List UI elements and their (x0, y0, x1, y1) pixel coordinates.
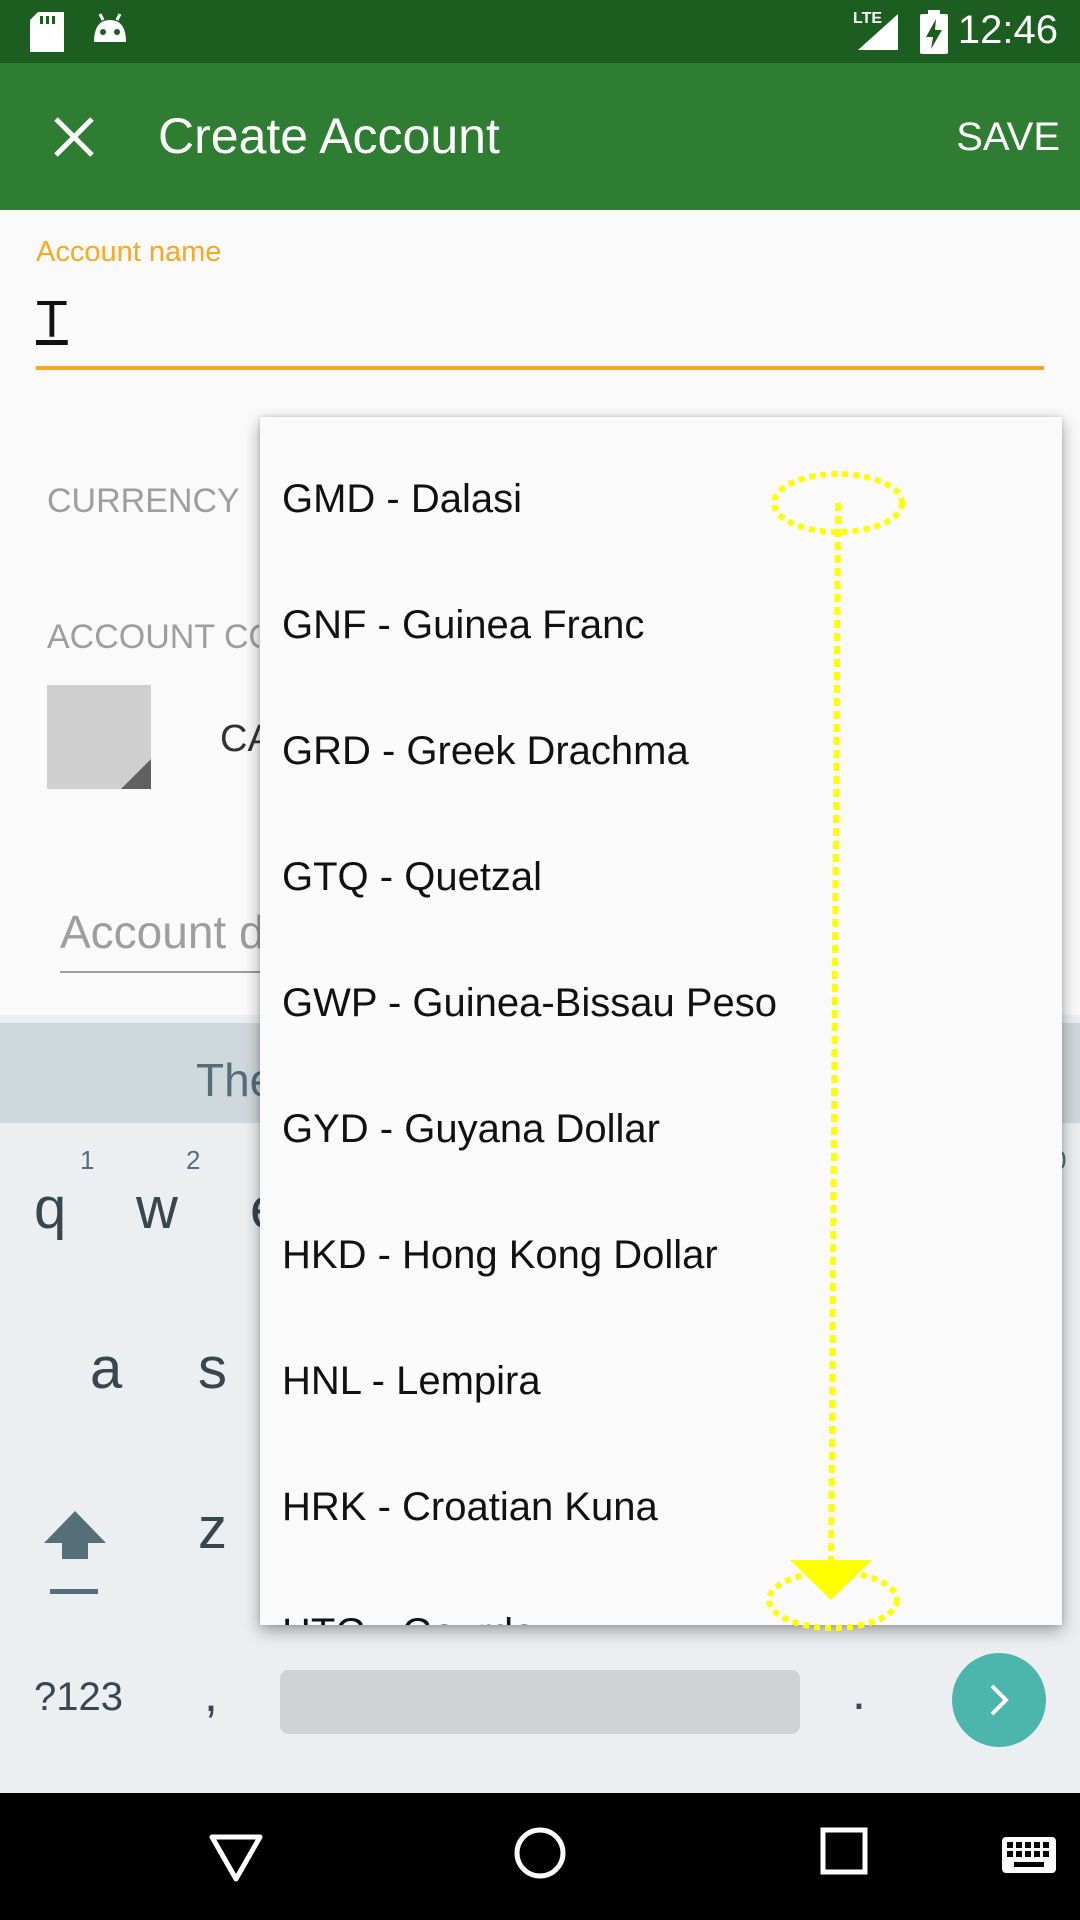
currency-option-gtq[interactable]: GTQ - Quetzal (282, 855, 542, 900)
currency-option-gwp[interactable]: GWP - Guinea-Bissau Peso (282, 981, 777, 1026)
key-z[interactable]: z (198, 1495, 227, 1562)
period-key[interactable]: . (852, 1663, 866, 1721)
account-description-field[interactable]: Account d (60, 905, 260, 973)
shift-key[interactable] (42, 1509, 108, 1599)
currency-option-htg[interactable]: HTG - Gourde (282, 1611, 535, 1625)
keyboard-icon[interactable] (1002, 1837, 1056, 1873)
status-bar: LTE 12:46 (0, 0, 1080, 63)
space-bar[interactable] (280, 1670, 800, 1734)
currency-option-hnl[interactable]: HNL - Lempira (282, 1359, 541, 1404)
save-button[interactable]: SAVE (956, 115, 1060, 160)
key-q[interactable]: q (34, 1175, 66, 1242)
back-icon[interactable] (208, 1833, 264, 1883)
key-hint: 2 (186, 1145, 201, 1175)
currency-option-gnf[interactable]: GNF - Guinea Franc (282, 603, 644, 648)
key-hint: 1 (80, 1145, 95, 1175)
account-name-input[interactable]: T (36, 290, 1044, 370)
status-time: 12:46 (957, 8, 1058, 52)
signal-icon (858, 14, 898, 50)
home-icon[interactable] (512, 1825, 568, 1881)
key-a[interactable]: a (90, 1335, 122, 1402)
currency-option-grd[interactable]: GRD - Greek Drachma (282, 729, 689, 774)
currency-dropdown[interactable]: GMD - Dalasi GNF - Guinea Franc GRD - Gr… (260, 417, 1062, 1625)
currency-label: CURRENCY (47, 482, 240, 520)
currency-option-hrk[interactable]: HRK - Croatian Kuna (282, 1485, 658, 1530)
currency-option-gmd[interactable]: GMD - Dalasi (282, 477, 522, 522)
currency-option-gyd[interactable]: GYD - Guyana Dollar (282, 1107, 660, 1152)
navigation-bar (0, 1793, 1080, 1920)
page-title: Create Account (158, 108, 500, 164)
enter-key[interactable] (952, 1653, 1046, 1747)
color-caption: CA (220, 718, 260, 760)
symbols-key[interactable]: ?123 (34, 1675, 123, 1720)
account-name-label: Account name (36, 236, 222, 268)
account-name-value: T (36, 291, 68, 349)
toolbar: Create Account SAVE (0, 63, 1080, 210)
key-w[interactable]: w (136, 1175, 178, 1242)
android-icon (94, 13, 126, 42)
shift-icon (44, 1511, 106, 1594)
battery-charging-icon (920, 10, 948, 54)
close-icon (54, 117, 94, 157)
currency-option-hkd[interactable]: HKD - Hong Kong Dollar (282, 1233, 718, 1278)
recents-icon[interactable] (820, 1827, 868, 1875)
chevron-right-icon (990, 1684, 1009, 1716)
account-color-swatch[interactable] (47, 685, 151, 789)
close-button[interactable] (40, 103, 108, 171)
sd-card-icon (30, 12, 64, 52)
key-s[interactable]: s (198, 1335, 227, 1402)
account-color-label: ACCOUNT CO (47, 618, 259, 656)
comma-key[interactable]: , (204, 1665, 218, 1723)
